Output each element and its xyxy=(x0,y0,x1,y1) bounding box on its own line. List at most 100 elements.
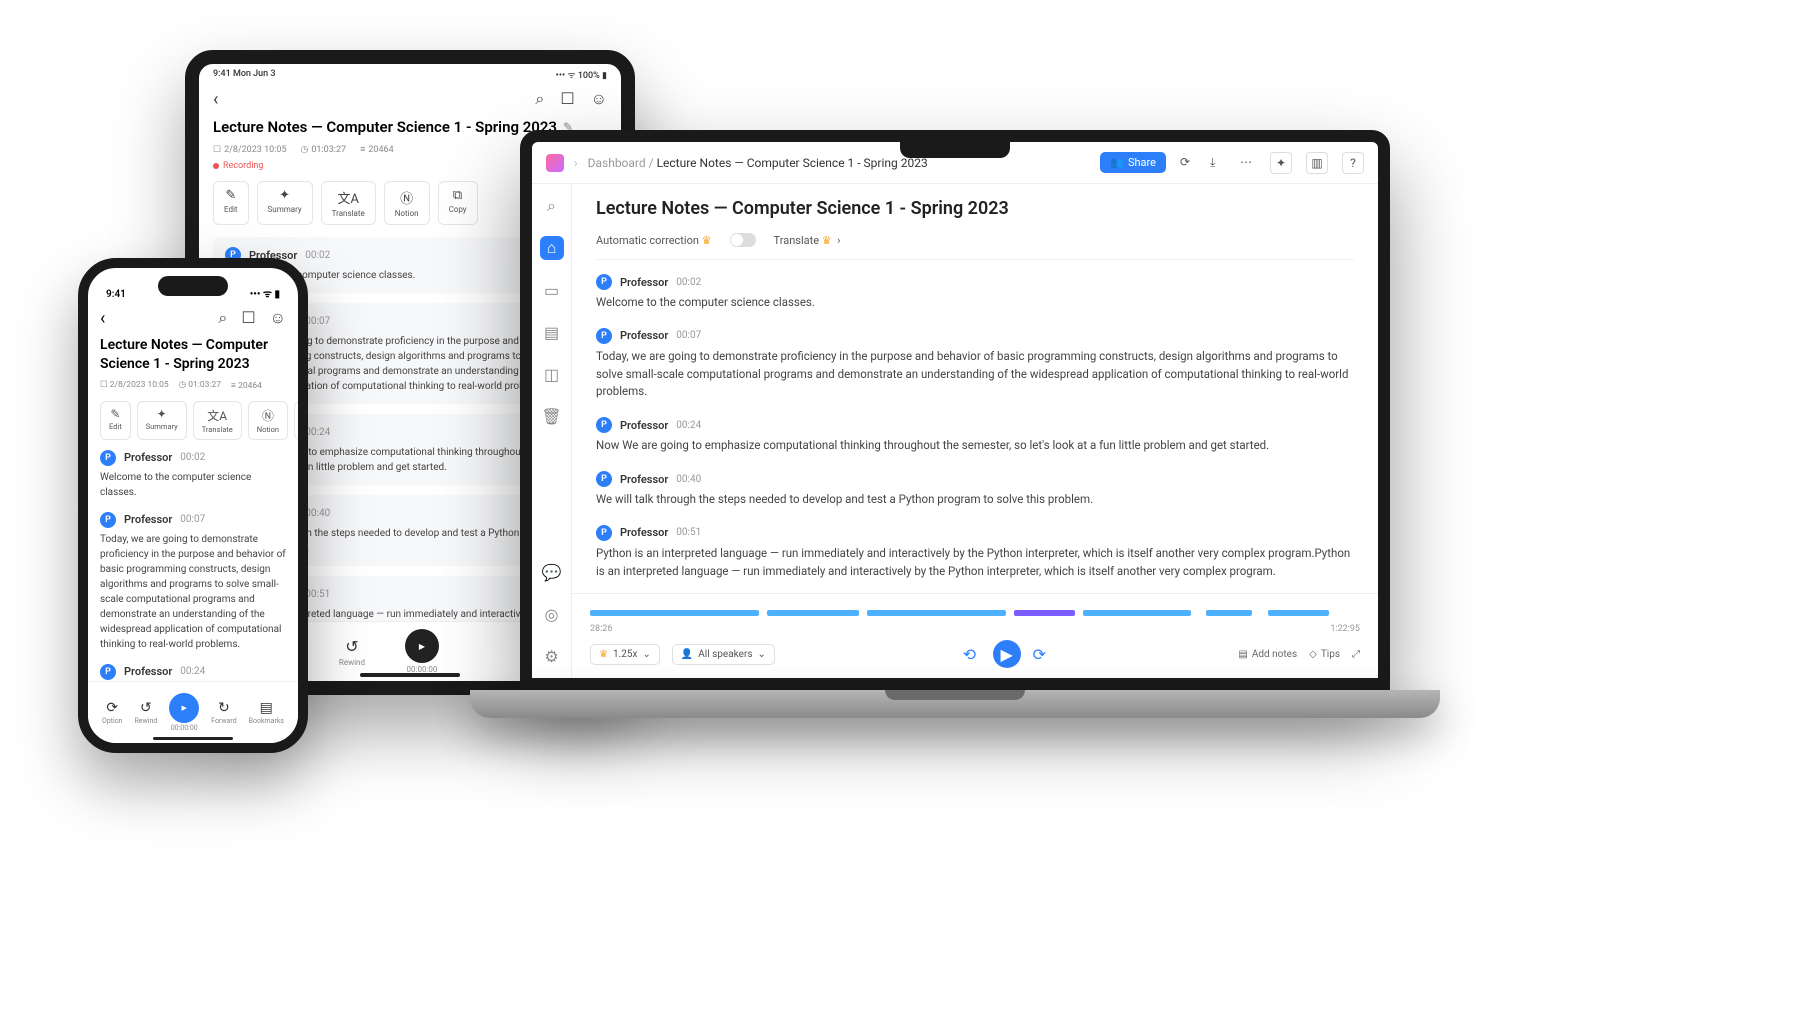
segment-text: Welcome to the computer science classes. xyxy=(596,294,1354,312)
play-button[interactable]: ▶ xyxy=(993,640,1021,668)
duration-meta: ◷ 01:03:27 xyxy=(179,380,221,391)
rewind-button[interactable]: ↺Rewind xyxy=(134,700,157,725)
more-icon[interactable]: ⋯ xyxy=(1240,155,1256,171)
transcript-segment[interactable]: PProfessor00:07Today, we are going to de… xyxy=(596,328,1354,401)
breadcrumb-root[interactable]: Dashboard xyxy=(588,156,646,170)
timestamp: 00:02 xyxy=(676,277,701,288)
summary-button[interactable]: ✦Summary xyxy=(257,181,313,225)
chevron-down-icon: ⌄ xyxy=(758,649,766,660)
skip-forward-button[interactable]: ⟳ xyxy=(1033,645,1051,663)
timeline[interactable] xyxy=(590,602,1360,620)
back-button[interactable]: ‹ xyxy=(213,89,218,110)
transcript: PProfessor00:02Welcome to the computer s… xyxy=(596,274,1354,593)
search-icon[interactable]: ⌕ xyxy=(218,308,227,328)
bookmarks-button[interactable]: ▤Bookmarks xyxy=(249,700,284,725)
help-icon[interactable]: ? xyxy=(1342,152,1364,174)
translate-option[interactable]: Translate ♛ › xyxy=(774,234,841,247)
transcript-segment[interactable]: PProfessor00:07 Today, we are going to d… xyxy=(100,512,286,652)
speaker-filter[interactable]: 👤All speakers⌄ xyxy=(672,644,775,665)
timeline-segment[interactable] xyxy=(1268,610,1330,616)
play-icon: ▶ xyxy=(405,629,439,663)
play-button[interactable]: ▶00:00:00 xyxy=(169,693,199,732)
home-icon[interactable]: ⌂ xyxy=(540,236,564,260)
copy-icon: ⧉ xyxy=(449,188,467,203)
share-button[interactable]: 👥Share xyxy=(1100,152,1166,173)
segment-text: Now We are going to emphasize computatio… xyxy=(596,437,1354,455)
calendar-icon[interactable]: ▤ xyxy=(540,320,564,344)
play-icon: ▶ xyxy=(169,693,199,723)
breadcrumb-current: Lecture Notes — Computer Science 1 - Spr… xyxy=(657,156,928,170)
transcript-segment[interactable]: PProfessor00:51Python is an interpreted … xyxy=(596,525,1354,581)
people-icon: 👥 xyxy=(1110,156,1124,169)
back-button[interactable]: ‹ xyxy=(100,308,105,329)
play-button[interactable]: ▶00:00:00 xyxy=(405,629,439,674)
status-icons: ••• ᯤ ▮ xyxy=(250,286,280,300)
speaker-label: Professor xyxy=(620,276,668,289)
search-icon[interactable]: ⌕ xyxy=(535,89,544,109)
auto-correction-toggle[interactable] xyxy=(730,233,756,247)
transcript: PProfessor00:02 Welcome to the computer … xyxy=(88,450,298,720)
copy-button[interactable]: ⧉ xyxy=(294,401,298,440)
share-icon[interactable]: ☐ xyxy=(241,308,255,328)
more-icon[interactable]: ☺ xyxy=(270,308,286,328)
add-notes-button[interactable]: ▤Add notes xyxy=(1238,649,1297,660)
timeline-segment[interactable] xyxy=(1014,610,1076,616)
notion-button[interactable]: ⓃNotion xyxy=(248,401,288,440)
panel-icon[interactable]: ▥ xyxy=(1306,152,1328,174)
transcript-segment[interactable]: PProfessor00:02Welcome to the computer s… xyxy=(596,274,1354,312)
edit-button[interactable]: ✎Edit xyxy=(213,181,249,225)
translate-button[interactable]: 文ATranslate xyxy=(193,401,242,440)
sidebar: ⌕ ⌂ ▭ ▤ ◫ 🗑 💬 ◎ ⚙ xyxy=(532,184,572,678)
tips-button[interactable]: ◇Tips xyxy=(1309,649,1340,660)
notion-icon: Ⓝ xyxy=(395,188,419,207)
skip-back-button[interactable]: ⟲ xyxy=(963,645,981,663)
transcript-segment[interactable]: PProfessor00:40We will talk through the … xyxy=(596,471,1354,509)
more-icon[interactable]: ☺ xyxy=(591,89,607,109)
share-icon[interactable]: ☐ xyxy=(560,89,574,109)
forward-button[interactable]: ↻Forward xyxy=(211,700,237,725)
words-meta: ≡ 20464 xyxy=(360,144,394,155)
transcript-segment[interactable]: PProfessor00:24Now We are going to empha… xyxy=(596,417,1354,455)
refresh-icon[interactable]: ⟳ xyxy=(1180,155,1196,171)
timeline-segment[interactable] xyxy=(867,610,1006,616)
collapse-sidebar-button[interactable]: › xyxy=(574,156,578,170)
notion-button[interactable]: ⓃNotion xyxy=(384,181,430,225)
nav-bar: ‹ ⌕ ☐ ☺ xyxy=(199,84,621,114)
folder-icon[interactable]: ▭ xyxy=(540,278,564,302)
transcript-segment[interactable]: PProfessor00:02 Welcome to the computer … xyxy=(100,450,286,500)
translate-button[interactable]: 文ATranslate xyxy=(321,181,376,225)
download-icon[interactable]: ⤓ xyxy=(1210,155,1226,171)
rewind-icon: ↺ xyxy=(134,700,157,716)
status-time: 9:41 Mon Jun 3 xyxy=(213,69,276,79)
account-icon[interactable]: ◎ xyxy=(540,602,564,626)
timestamp: 00:24 xyxy=(676,420,701,431)
magic-icon[interactable]: ✦ xyxy=(1270,152,1292,174)
laptop-device: › Dashboard / Lecture Notes — Computer S… xyxy=(470,130,1440,730)
timeline-segment[interactable] xyxy=(1083,610,1191,616)
option-button[interactable]: ⟳Option xyxy=(102,700,123,725)
play-icon: ▶ xyxy=(1001,645,1013,664)
settings-icon[interactable]: ⚙ xyxy=(540,644,564,668)
timeline-segment[interactable] xyxy=(767,610,859,616)
sparkle-icon: ✦ xyxy=(268,188,302,203)
expand-icon[interactable]: ⤢ xyxy=(1352,649,1360,660)
laptop-base xyxy=(470,690,1440,718)
timeline-segment[interactable] xyxy=(1206,610,1252,616)
archive-icon[interactable]: ◫ xyxy=(540,362,564,386)
status-battery: ••• ᯤ 100% ▮ xyxy=(556,68,607,81)
speaker-label: Professor xyxy=(620,473,668,486)
edit-button[interactable]: ✎Edit xyxy=(100,401,131,440)
speed-selector[interactable]: ♛1.25x⌄ xyxy=(590,644,660,665)
timeline-segment[interactable] xyxy=(590,610,759,616)
summary-button[interactable]: ✦Summary xyxy=(137,401,187,440)
options-icon: ⟳ xyxy=(102,700,123,716)
breadcrumb: Dashboard / Lecture Notes — Computer Sci… xyxy=(588,156,928,170)
trash-icon[interactable]: 🗑 xyxy=(540,404,564,428)
speaker-label: Professor xyxy=(620,419,668,432)
nav-bar: ‹ ⌕ ☐ ☺ xyxy=(88,302,298,334)
chat-icon[interactable]: 💬 xyxy=(540,560,564,584)
search-icon[interactable]: ⌕ xyxy=(540,194,564,218)
rewind-button[interactable]: ↺Rewind xyxy=(339,637,365,667)
page-title: Lecture Notes — Computer Science 1 - Spr… xyxy=(596,198,1354,219)
main-content: Lecture Notes — Computer Science 1 - Spr… xyxy=(572,184,1378,593)
